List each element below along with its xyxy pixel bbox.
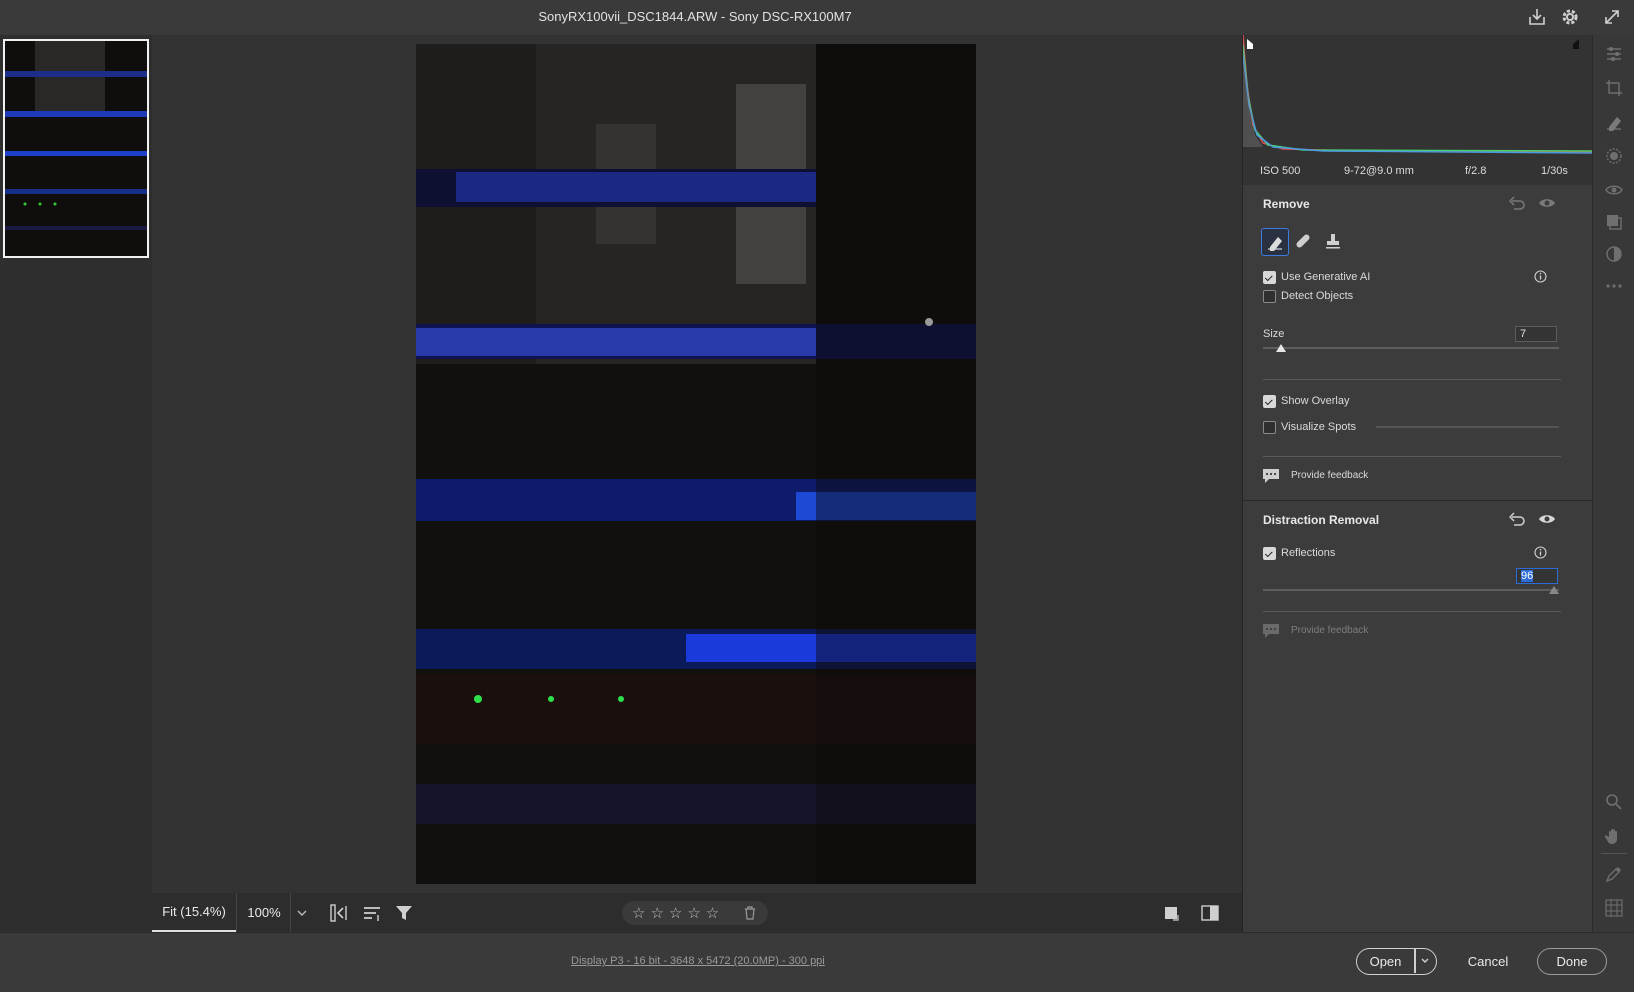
histogram: ISO 500 9-72@9.0 mm f/2.8 1/30s: [1242, 34, 1594, 185]
heal-tool-icon[interactable]: [1291, 229, 1315, 253]
grid-icon[interactable]: [1603, 897, 1625, 919]
divider: [290, 893, 291, 932]
show-overlay-label: Show Overlay: [1281, 395, 1350, 407]
remove-section-title: Remove: [1263, 197, 1310, 211]
star-rating-icons[interactable]: ☆☆☆☆☆: [632, 904, 724, 922]
reflections-input[interactable]: 96: [1516, 568, 1558, 584]
size-input[interactable]: 7: [1515, 326, 1557, 342]
filmstrip-toggle-icon[interactable]: [327, 901, 351, 925]
open-button[interactable]: Open: [1357, 949, 1414, 973]
use-generative-ai-checkbox[interactable]: [1263, 271, 1276, 284]
size-slider-thumb[interactable]: [1276, 344, 1286, 352]
distraction-removal-title: Distraction Removal: [1263, 513, 1380, 527]
reflections-checkbox[interactable]: [1263, 547, 1276, 560]
presets-icon[interactable]: [1603, 211, 1625, 233]
tool-rail: [1592, 35, 1634, 932]
provide-feedback-link[interactable]: Provide feedback: [1291, 470, 1368, 481]
aperture-value: f/2.8: [1465, 165, 1487, 177]
fullscreen-icon[interactable]: [1601, 6, 1623, 28]
fit-zoom-button[interactable]: Fit (15.4%): [152, 893, 236, 932]
filter-icon[interactable]: [392, 901, 416, 925]
remove-tool-button[interactable]: [1261, 228, 1289, 256]
chevron-down-icon[interactable]: [292, 903, 312, 923]
visualize-spots-label: Visualize Spots: [1281, 421, 1357, 433]
photo-preview[interactable]: [416, 44, 976, 884]
before-after-icon[interactable]: [1200, 903, 1220, 923]
reflections-label: Reflections: [1281, 547, 1336, 559]
divider: [1263, 456, 1561, 457]
visibility-icon[interactable]: [1537, 509, 1557, 529]
rating-group: ☆☆☆☆☆: [622, 901, 768, 925]
reset-icon[interactable]: [1507, 509, 1527, 529]
cancel-button[interactable]: Cancel: [1455, 948, 1521, 975]
more-icon[interactable]: [1603, 275, 1625, 297]
lens-value: 9-72@9.0 mm: [1344, 165, 1414, 177]
chevron-down-icon[interactable]: [1416, 952, 1434, 970]
image-info-link[interactable]: Display P3 - 16 bit - 3648 x 5472 (20.0M…: [571, 955, 825, 967]
info-icon[interactable]: [1532, 268, 1548, 284]
divider: [1263, 611, 1561, 612]
zoom-icon[interactable]: [1603, 791, 1625, 813]
visibility-icon[interactable]: [1537, 193, 1557, 213]
eyedropper-icon[interactable]: [1603, 863, 1625, 885]
size-slider[interactable]: [1263, 347, 1559, 349]
masking-icon[interactable]: [1603, 145, 1625, 167]
visualize-spots-checkbox[interactable]: [1263, 421, 1276, 434]
filmstrip: [0, 35, 152, 932]
provide-feedback-link[interactable]: Provide feedback: [1291, 625, 1368, 636]
info-icon[interactable]: [1532, 544, 1548, 560]
use-generative-ai-label: Use Generative AI: [1281, 271, 1371, 283]
divider: [1263, 379, 1561, 380]
single-view-icon[interactable]: [1162, 903, 1182, 923]
show-overlay-checkbox[interactable]: [1263, 395, 1276, 408]
red-eye-icon[interactable]: [1603, 179, 1625, 201]
visualize-spots-slider[interactable]: [1376, 426, 1559, 428]
title-bar: SonyRX100vii_DSC1844.ARW - Sony DSC-RX10…: [0, 0, 1634, 35]
iso-value: ISO 500: [1260, 165, 1301, 177]
open-button-group: Open: [1356, 948, 1437, 975]
trash-icon[interactable]: [742, 905, 758, 921]
done-button[interactable]: Done: [1537, 948, 1607, 975]
feedback-icon[interactable]: [1261, 466, 1281, 486]
reset-icon[interactable]: [1507, 193, 1527, 213]
window-title: SonyRX100vii_DSC1844.ARW - Sony DSC-RX10…: [538, 9, 852, 24]
detect-objects-label: Detect Objects: [1281, 290, 1354, 302]
detect-objects-checkbox[interactable]: [1263, 290, 1276, 303]
snapshots-icon[interactable]: [1603, 243, 1625, 265]
save-icon[interactable]: [1526, 6, 1548, 28]
hand-icon[interactable]: [1603, 825, 1625, 847]
edit-sliders-icon[interactable]: [1603, 43, 1625, 65]
reflections-value: 96: [1521, 570, 1534, 582]
divider: [236, 893, 237, 932]
dialog-footer: Display P3 - 16 bit - 3648 x 5472 (20.0M…: [0, 932, 1634, 992]
remove-tool-icon[interactable]: [1603, 111, 1625, 133]
reflections-slider[interactable]: [1263, 589, 1559, 591]
thumbnail[interactable]: [3, 39, 149, 258]
zoom-100-button[interactable]: 100%: [238, 893, 290, 932]
section-divider: [1243, 500, 1593, 501]
size-label: Size: [1263, 328, 1285, 340]
sort-icon[interactable]: [360, 901, 384, 925]
divider: [1601, 853, 1627, 854]
gear-icon[interactable]: [1559, 6, 1581, 28]
feedback-icon[interactable]: [1261, 621, 1281, 641]
crop-icon[interactable]: [1603, 77, 1625, 99]
shutter-value: 1/30s: [1541, 165, 1568, 177]
edit-panel: ISO 500 9-72@9.0 mm f/2.8 1/30s Remove U…: [1242, 34, 1594, 932]
clone-stamp-icon[interactable]: [1321, 229, 1345, 253]
canvas-bottom-bar: Fit (15.4%) 100% ☆☆☆☆☆: [152, 893, 1242, 932]
reflections-slider-thumb[interactable]: [1549, 586, 1559, 594]
